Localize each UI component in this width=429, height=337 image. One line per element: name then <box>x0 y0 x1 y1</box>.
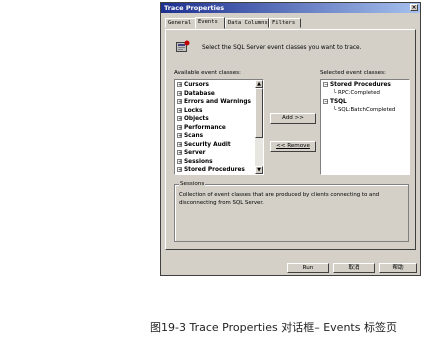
run-button[interactable]: Run <box>287 263 329 273</box>
expand-icon[interactable]: + <box>177 141 182 147</box>
list-item[interactable]: + Scans <box>177 133 203 139</box>
list-item[interactable]: + Stored Procedures <box>177 167 245 173</box>
list-item[interactable]: − TSQL <box>323 99 347 105</box>
trace-properties-dialog: Trace Properties × General Events Data C… <box>160 2 421 276</box>
list-item[interactable]: └ RPC:Completed <box>333 90 380 96</box>
events-icon <box>176 40 190 52</box>
list-item[interactable]: + Sessions <box>177 158 213 165</box>
list-item[interactable]: + Database <box>177 90 215 97</box>
cancel-button[interactable]: 取消 <box>333 263 375 273</box>
description-group: Sessions Collection of event classes tha… <box>174 181 409 242</box>
expand-icon[interactable]: + <box>177 124 182 130</box>
description-title: Sessions <box>179 181 206 187</box>
expand-icon[interactable]: + <box>177 116 182 122</box>
list-item[interactable]: └ SQL:BatchCompleted <box>333 107 395 113</box>
tab-general[interactable]: General <box>165 18 196 28</box>
help-button[interactable]: 帮助 <box>379 263 417 273</box>
window-title: Trace Properties <box>164 4 225 12</box>
tab-events[interactable]: Events <box>195 17 225 29</box>
expand-icon[interactable]: + <box>177 167 182 173</box>
list-item[interactable]: + Server <box>177 150 206 156</box>
list-item[interactable]: − Stored Procedures <box>323 82 391 88</box>
list-item[interactable]: + Cursors <box>177 82 209 88</box>
title-bar[interactable]: Trace Properties × <box>161 3 420 13</box>
expand-icon[interactable]: + <box>177 99 182 105</box>
available-event-list[interactable]: + Cursors + Database + Errors and Warnings … <box>174 79 264 175</box>
available-label: Available event classes: <box>174 70 241 76</box>
add-button[interactable]: Add >> <box>270 113 316 124</box>
description-text: Collection of event classes that are pro… <box>179 192 380 206</box>
list-item[interactable]: + Security Audit <box>177 141 231 148</box>
expand-icon[interactable]: + <box>177 90 182 96</box>
instruction-text: Select the SQL Server event classes you … <box>202 45 362 51</box>
expand-icon[interactable]: + <box>177 150 182 156</box>
selected-event-list[interactable]: − Stored Procedures └ RPC:Completed − TSQL… <box>320 79 410 175</box>
scroll-thumb[interactable] <box>255 88 263 138</box>
list-item[interactable]: + Errors and Warnings <box>177 99 251 105</box>
list-item[interactable]: + Objects <box>177 116 209 122</box>
expand-icon[interactable]: + <box>177 82 182 88</box>
selected-label: Selected event classes: <box>320 70 386 76</box>
expand-icon[interactable]: + <box>177 107 182 113</box>
remove-button[interactable]: << Remove <box>270 141 316 152</box>
expand-icon[interactable]: + <box>177 158 182 164</box>
available-scrollbar[interactable]: ▲ ▼ <box>255 80 263 174</box>
scroll-down-icon[interactable]: ▼ <box>255 166 263 174</box>
list-item[interactable]: + Performance <box>177 124 226 131</box>
events-panel: Select the SQL Server event classes you … <box>165 29 416 250</box>
collapse-icon[interactable]: − <box>323 99 328 105</box>
close-button[interactable]: × <box>410 4 418 11</box>
tab-data-columns[interactable]: Data Columns <box>225 18 269 28</box>
list-item[interactable]: + Locks <box>177 107 202 114</box>
scroll-up-icon[interactable]: ▲ <box>255 80 263 88</box>
tab-filters[interactable]: Filters <box>269 18 301 28</box>
expand-icon[interactable]: + <box>177 133 182 139</box>
collapse-icon[interactable]: − <box>323 82 328 88</box>
figure-caption: 图19-3 Trace Properties 对话框– Events 标签页 <box>150 321 397 334</box>
